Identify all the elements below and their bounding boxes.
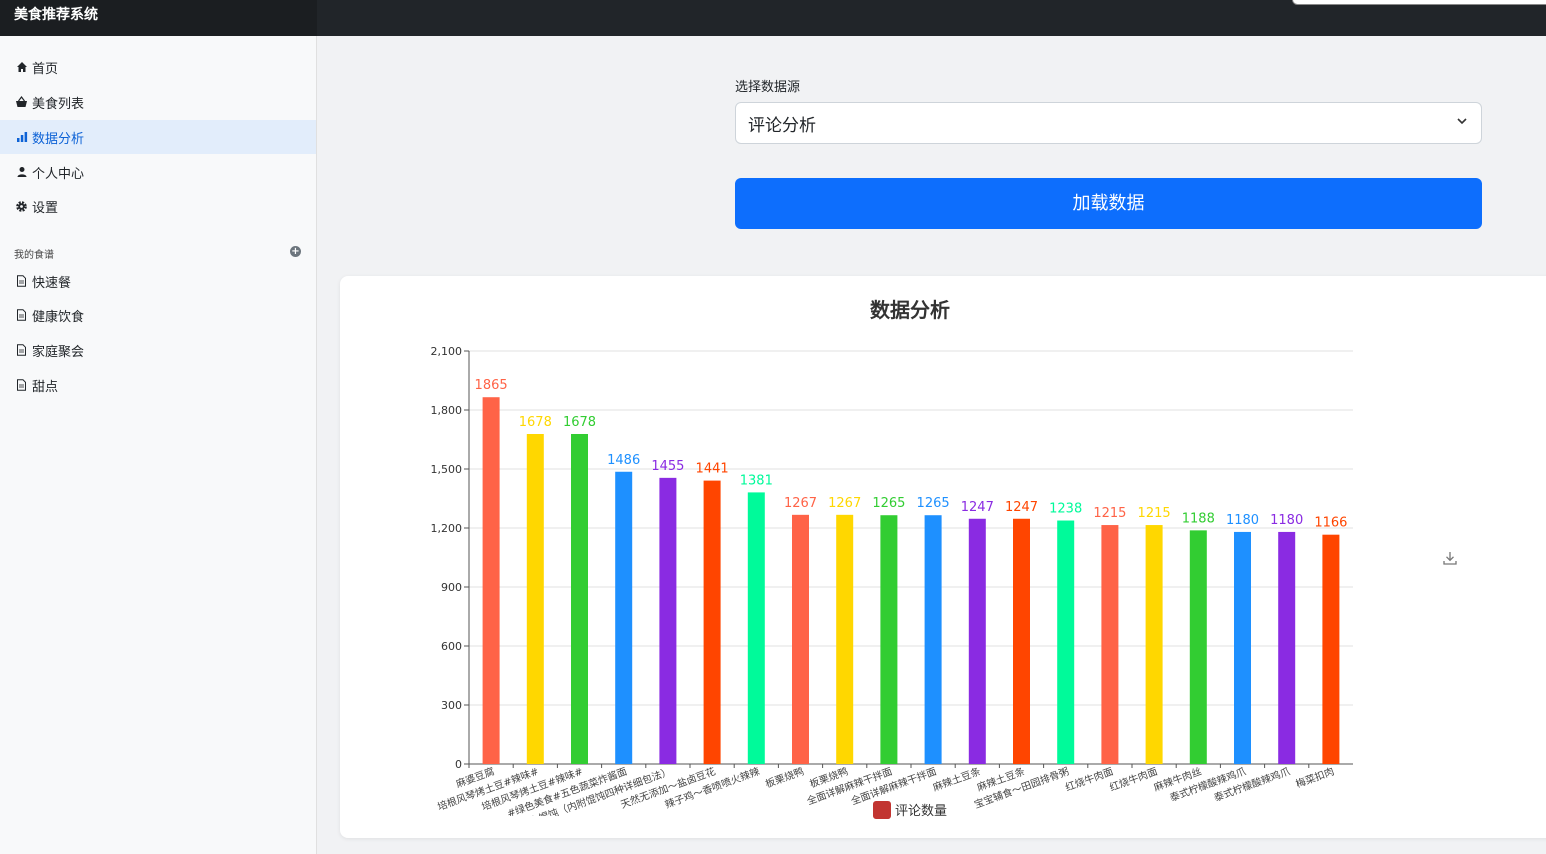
recipe-item-label: 甜点 [32, 379, 59, 395]
x-tick-label: 红烧牛肉面 [1108, 765, 1159, 794]
legend-swatch [873, 800, 891, 819]
sidebar-item-data-analysis[interactable]: 数据分析 [0, 120, 316, 154]
sidebar-item-profile[interactable]: 个人中心 [0, 155, 316, 189]
bar [615, 471, 633, 764]
bar [1101, 525, 1119, 764]
bar [1145, 525, 1163, 764]
bar [880, 515, 898, 764]
bar [747, 492, 765, 764]
x-tick-label: 红烧牛肉面 [1063, 765, 1114, 794]
y-tick-label: 1,800 [431, 404, 463, 417]
bar [1057, 520, 1075, 764]
data-source-value: 评论分析 [748, 116, 816, 136]
recipe-item-label: 家庭聚会 [32, 344, 85, 360]
legend-label: 评论数量 [895, 804, 948, 819]
data-label: 1455 [651, 459, 684, 474]
data-label: 1267 [828, 496, 861, 511]
data-label: 1265 [917, 496, 950, 511]
app-title[interactable]: 美食推荐系统 [0, 0, 317, 36]
sidebar-item-settings[interactable]: 设置 [0, 189, 316, 223]
bar-chart: 03006009001,2001,5001,8002,1001865麻婆豆腐16… [431, 345, 1353, 816]
data-source-label: 选择数据源 [735, 80, 801, 95]
recipe-item-healthy[interactable]: 健康饮食 [0, 298, 316, 332]
bar [482, 397, 500, 764]
sidebar-item-label: 设置 [32, 200, 59, 216]
x-tick-label: 麻辣土豆条 [931, 765, 982, 794]
data-label: 1166 [1314, 516, 1347, 531]
chart-legend[interactable]: 评论数量 [873, 800, 947, 819]
data-label: 1267 [784, 496, 817, 511]
recipe-item-label: 健康饮食 [32, 309, 85, 325]
bar [836, 514, 854, 764]
x-tick-label: 梅菜扣肉 [1294, 765, 1336, 791]
data-label: 1865 [475, 378, 508, 393]
user-icon [15, 166, 28, 179]
document-icon [15, 344, 28, 357]
recipe-item-fast-food[interactable]: 快速餐 [0, 264, 316, 298]
x-tick-label: 板栗烧鸭 [763, 765, 805, 791]
data-label: 1265 [872, 496, 905, 511]
recipe-item-family[interactable]: 家庭聚会 [0, 333, 316, 367]
data-label: 1678 [519, 415, 552, 430]
bar [659, 477, 677, 764]
home-icon [15, 61, 28, 74]
chevron-down-icon [1457, 118, 1467, 125]
chart-card: 数据分析 0 300 600 900 1,200 1,500 1,800 2,100 1865 麻… [340, 276, 1546, 838]
basket-icon [15, 96, 28, 109]
bar-chart-icon [15, 131, 28, 144]
bar [968, 518, 986, 764]
data-label: 1441 [696, 462, 729, 477]
recipe-item-dessert[interactable]: 甜点 [0, 368, 316, 402]
data-label: 1486 [607, 453, 640, 468]
recipe-item-label: 快速餐 [32, 275, 72, 291]
data-label: 1215 [1093, 506, 1126, 521]
data-label: 1180 [1270, 513, 1303, 528]
data-label: 1678 [563, 415, 596, 430]
y-tick-label: 0 [455, 758, 462, 771]
sidebar-item-food-list[interactable]: 美食列表 [0, 85, 316, 119]
gear-icon [15, 200, 28, 213]
top-navbar: 美食推荐系统 [0, 0, 1546, 36]
bar [924, 515, 942, 764]
y-tick-label: 600 [441, 640, 462, 653]
data-label: 1381 [740, 473, 773, 488]
bar [1013, 518, 1030, 764]
data-label: 1188 [1182, 511, 1215, 526]
document-icon [15, 379, 28, 392]
sidebar-item-label: 首页 [32, 61, 59, 77]
data-label: 1247 [961, 500, 994, 515]
bar [526, 433, 544, 764]
data-label: 1238 [1049, 502, 1082, 517]
bar [1278, 531, 1296, 764]
bar [1234, 531, 1251, 764]
search-input[interactable] [1292, 0, 1546, 5]
data-source-select[interactable]: 评论分析 [735, 102, 1482, 144]
sidebar-item-home[interactable]: 首页 [0, 50, 316, 84]
sidebar: 首页 美食列表 数据分析 个人中心 设置 我的食谱 + 快速餐 健康饮食 家庭聚… [0, 36, 317, 854]
document-icon [15, 309, 28, 322]
sidebar-item-label: 数据分析 [32, 131, 85, 147]
y-tick-label: 1,200 [431, 522, 463, 535]
y-tick-label: 300 [441, 699, 462, 712]
bar [571, 433, 588, 764]
bar [1189, 530, 1207, 764]
data-label: 1215 [1138, 506, 1171, 521]
y-tick-label: 2,100 [431, 345, 463, 358]
bar [703, 480, 721, 764]
document-icon [15, 275, 28, 288]
y-tick-label: 1,500 [431, 463, 463, 476]
load-data-button[interactable]: 加载数据 [735, 178, 1482, 229]
sidebar-item-label: 个人中心 [32, 166, 85, 182]
recipes-section-title: 我的食谱 [14, 250, 54, 261]
data-label: 1247 [1005, 500, 1038, 515]
download-icon[interactable] [1442, 550, 1458, 566]
y-tick-label: 900 [441, 581, 462, 594]
sidebar-item-label: 美食列表 [32, 96, 85, 112]
data-label: 1180 [1226, 513, 1259, 528]
bar [1322, 534, 1340, 764]
bar [792, 514, 809, 764]
add-recipe-icon[interactable]: + [290, 246, 301, 257]
